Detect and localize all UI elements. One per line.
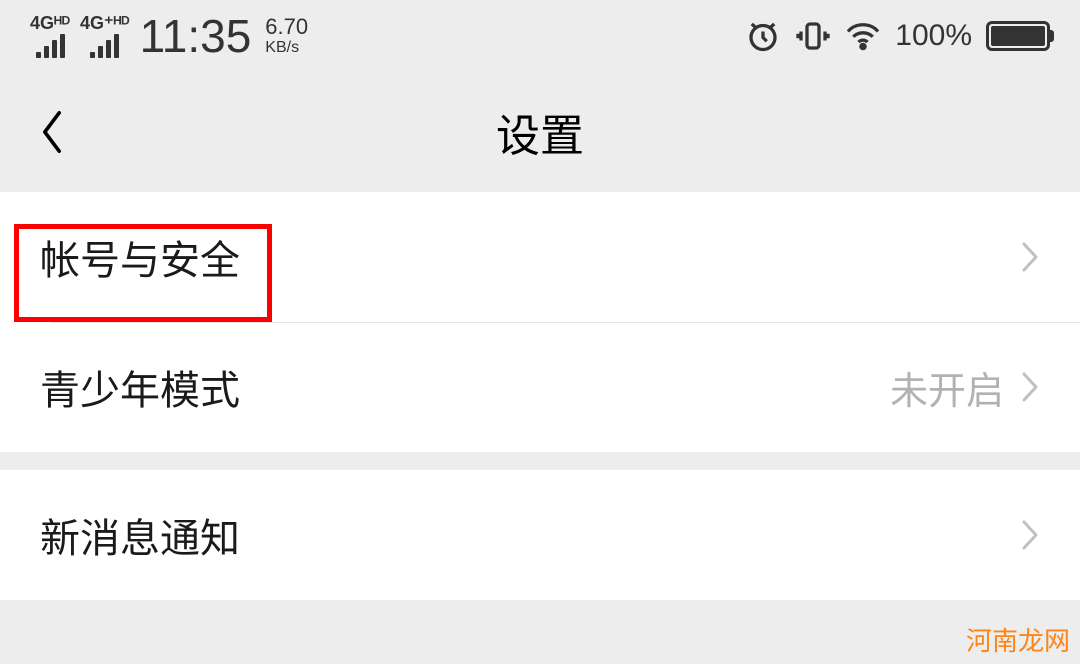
row-teen-mode[interactable]: 青少年模式 未开启 [0, 322, 1080, 452]
row-label: 青少年模式 [40, 358, 240, 416]
row-right: 未开启 [890, 360, 1040, 415]
battery-percentage: 100% [895, 19, 972, 53]
speed-value: 6.70 [265, 15, 308, 39]
row-label: 新消息通知 [40, 506, 240, 564]
status-bar: 4Gᴴᴰ 4G⁺ᴴᴰ 11:35 6.70 KB/s [0, 0, 1080, 72]
signal-indicator-2: 4G⁺ᴴᴰ [80, 14, 130, 58]
vibrate-icon [795, 18, 831, 54]
signal-indicator-1: 4Gᴴᴰ [30, 14, 70, 58]
chevron-right-icon [1020, 370, 1040, 404]
alarm-icon [745, 18, 781, 54]
back-button[interactable] [28, 108, 76, 156]
speed-unit: KB/s [265, 39, 299, 57]
row-right [1020, 240, 1040, 274]
status-bar-right: 100% [745, 18, 1050, 54]
row-right [1020, 518, 1040, 552]
title-bar: 设置 [0, 72, 1080, 192]
row-label: 帐号与安全 [40, 228, 240, 286]
signal-bars-icon [36, 34, 65, 58]
status-bar-left: 4Gᴴᴰ 4G⁺ᴴᴰ 11:35 6.70 KB/s [30, 13, 308, 59]
status-time: 11:35 [140, 13, 252, 59]
network-speed: 6.70 KB/s [265, 15, 308, 57]
page-title: 设置 [496, 100, 584, 164]
chevron-right-icon [1020, 518, 1040, 552]
battery-icon [986, 21, 1050, 51]
chevron-right-icon [1020, 240, 1040, 274]
chevron-left-icon [37, 108, 67, 156]
row-value: 未开启 [890, 360, 1004, 415]
row-account-security[interactable]: 帐号与安全 [0, 192, 1080, 322]
wifi-icon [845, 18, 881, 54]
settings-group-1: 帐号与安全 青少年模式 未开启 [0, 192, 1080, 452]
signal-label-2: 4G⁺ᴴᴰ [80, 14, 130, 32]
settings-group-2: 新消息通知 [0, 470, 1080, 600]
row-notifications[interactable]: 新消息通知 [0, 470, 1080, 600]
signal-bars-icon [90, 34, 119, 58]
signal-label-1: 4Gᴴᴰ [30, 14, 70, 32]
watermark-text: 河南龙网 [966, 621, 1070, 658]
